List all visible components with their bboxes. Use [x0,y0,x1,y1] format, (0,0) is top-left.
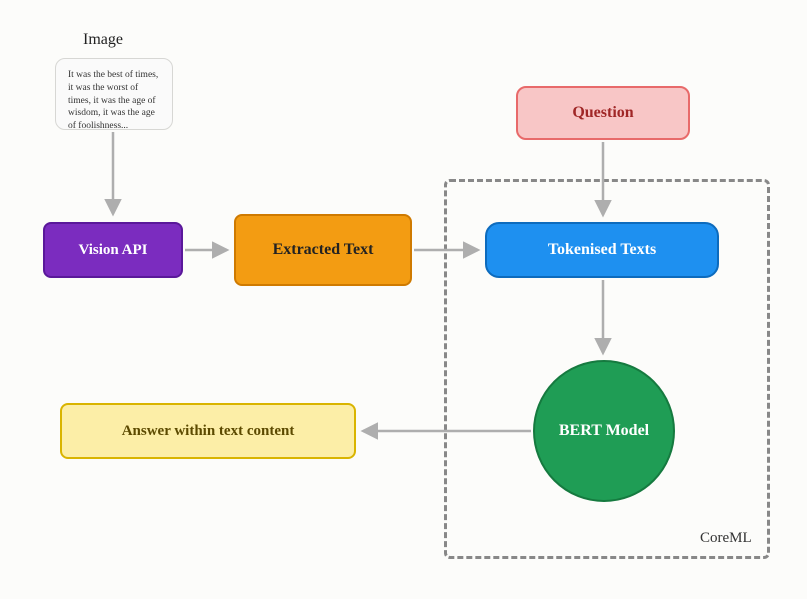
image-sample-box: It was the best of times, it was the wor… [55,58,173,130]
vision-api-label: Vision API [78,242,147,259]
bert-model-node: BERT Model [533,360,675,502]
extracted-text-node: Extracted Text [234,214,412,286]
vision-api-node: Vision API [43,222,183,278]
question-node: Question [516,86,690,140]
image-sample-text: It was the best of times, it was the wor… [68,70,158,131]
bert-model-label: BERT Model [559,422,649,440]
tokenised-texts-node: Tokenised Texts [485,222,719,278]
answer-node: Answer within text content [60,403,356,459]
image-heading: Image [83,31,123,49]
question-label: Question [572,104,633,122]
tokenised-texts-label: Tokenised Texts [548,241,656,259]
extracted-text-label: Extracted Text [273,241,374,259]
coreml-label: CoreML [700,530,752,547]
answer-label: Answer within text content [122,423,295,440]
